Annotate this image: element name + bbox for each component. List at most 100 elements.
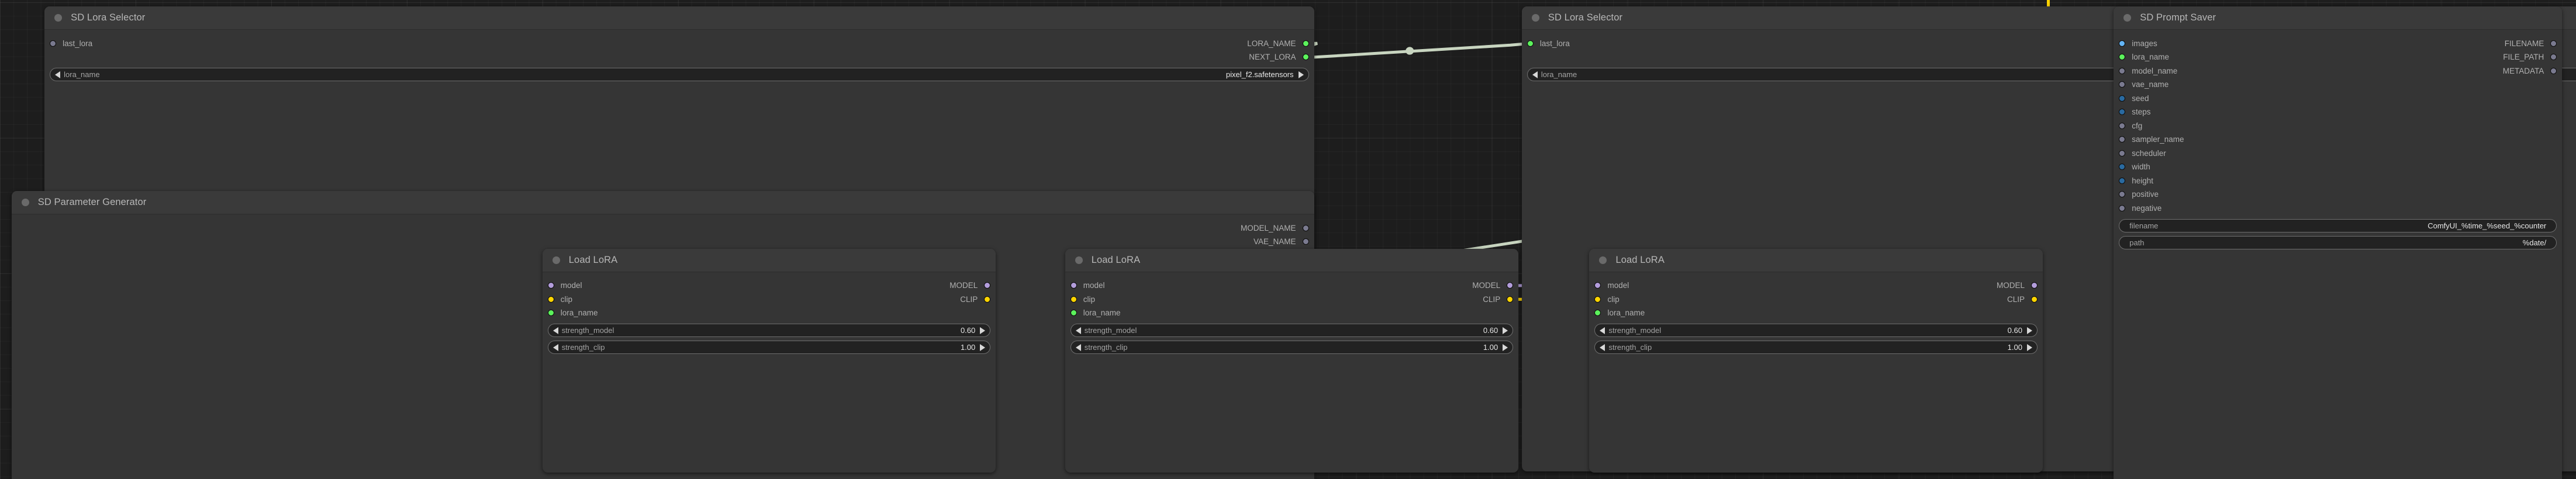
widget-filename[interactable]: filename ComfyUI_%time_%seed_%counter bbox=[2119, 218, 2557, 232]
increment-arrow-icon[interactable] bbox=[980, 327, 986, 334]
slot-dot-model[interactable] bbox=[1507, 282, 1514, 289]
slot-dot-steps[interactable] bbox=[2119, 109, 2126, 116]
slot-dot-lora_name[interactable] bbox=[547, 310, 554, 317]
output-slot-LORA_NAME[interactable]: LORA_NAME bbox=[1247, 38, 1309, 48]
collapse-toggle-icon[interactable] bbox=[1599, 256, 1607, 264]
input-slot-seed[interactable]: seed bbox=[2119, 93, 2149, 103]
link-midpoint-dot[interactable] bbox=[1406, 47, 1414, 55]
slot-dot-filename[interactable] bbox=[2550, 40, 2557, 47]
widget-strength_model[interactable]: strength_model 0.60 bbox=[1594, 324, 2038, 338]
slot-dot-images[interactable] bbox=[2119, 40, 2126, 47]
input-slot-lora_name[interactable]: lora_name bbox=[1070, 308, 1121, 318]
increment-arrow-icon[interactable] bbox=[1298, 71, 1304, 78]
slot-dot-lora_name[interactable] bbox=[1302, 40, 1309, 47]
output-slot-NEXT_LORA[interactable]: NEXT_LORA bbox=[1249, 52, 1309, 63]
slot-dot-clip[interactable] bbox=[547, 296, 554, 303]
input-slot-model[interactable]: model bbox=[1594, 280, 1629, 291]
slot-dot-file_path[interactable] bbox=[2550, 54, 2557, 61]
slot-dot-lora_name[interactable] bbox=[2119, 54, 2126, 61]
slot-dot-last_lora[interactable] bbox=[50, 40, 57, 47]
collapse-toggle-icon[interactable] bbox=[552, 256, 560, 264]
widget-path[interactable]: path %date/ bbox=[2119, 235, 2557, 249]
decrement-arrow-icon[interactable] bbox=[1600, 343, 1605, 351]
output-slot-VAE_NAME[interactable]: VAE_NAME bbox=[1254, 237, 1309, 247]
slot-dot-model_name[interactable] bbox=[1302, 224, 1309, 231]
slot-dot-seed[interactable] bbox=[2119, 95, 2126, 102]
widget-lora_name[interactable]: lora_name pixel_f2.safetensors bbox=[50, 68, 1309, 82]
input-slot-lora_name[interactable]: lora_name bbox=[547, 308, 598, 318]
input-slot-model[interactable]: model bbox=[1070, 280, 1105, 291]
decrement-arrow-icon[interactable] bbox=[1075, 343, 1081, 351]
slot-dot-model[interactable] bbox=[2031, 282, 2038, 289]
node-graph-canvas[interactable]: SD Lora Selector last_lora LORA_NAME NEXT_L… bbox=[0, 0, 2576, 479]
input-slot-cfg[interactable]: cfg bbox=[2119, 120, 2142, 131]
input-slot-model_name[interactable]: model_name bbox=[2119, 65, 2177, 76]
node-title-bar[interactable]: Load LoRA bbox=[542, 248, 996, 272]
output-slot-MODEL_NAME[interactable]: MODEL_NAME bbox=[1241, 223, 1309, 233]
input-slot-width[interactable]: width bbox=[2119, 162, 2150, 172]
slot-dot-scheduler[interactable] bbox=[2119, 150, 2126, 157]
input-slot-steps[interactable]: steps bbox=[2119, 107, 2151, 117]
decrement-arrow-icon[interactable] bbox=[553, 327, 558, 334]
output-slot-CLIP[interactable]: CLIP bbox=[1483, 294, 1514, 304]
increment-arrow-icon[interactable] bbox=[1503, 343, 1508, 351]
widget-strength_clip[interactable]: strength_clip 1.00 bbox=[547, 341, 991, 355]
slot-dot-last_lora[interactable] bbox=[1527, 40, 1534, 47]
output-slot-CLIP[interactable]: CLIP bbox=[2007, 294, 2038, 304]
input-slot-lora_name[interactable]: lora_name bbox=[1594, 308, 1645, 318]
input-slot-positive[interactable]: positive bbox=[2119, 189, 2159, 200]
input-slot-last_lora[interactable]: last_lora bbox=[1527, 38, 1570, 48]
input-slot-images[interactable]: images bbox=[2119, 38, 2157, 48]
slot-dot-metadata[interactable] bbox=[2550, 67, 2557, 74]
increment-arrow-icon[interactable] bbox=[1503, 327, 1508, 334]
output-slot-MODEL[interactable]: MODEL bbox=[1997, 280, 2038, 291]
input-slot-height[interactable]: height bbox=[2119, 175, 2153, 186]
slot-dot-model[interactable] bbox=[984, 282, 991, 289]
slot-dot-width[interactable] bbox=[2119, 164, 2126, 171]
collapse-toggle-icon[interactable] bbox=[21, 199, 29, 207]
decrement-arrow-icon[interactable] bbox=[553, 343, 558, 351]
output-slot-METADATA[interactable]: METADATA bbox=[2503, 65, 2557, 76]
slot-dot-model[interactable] bbox=[1594, 282, 1601, 289]
input-slot-lora_name[interactable]: lora_name bbox=[2119, 52, 2169, 63]
slot-dot-model[interactable] bbox=[1070, 282, 1077, 289]
slot-dot-lora_name[interactable] bbox=[1594, 310, 1601, 317]
node-sd-prompt-saver[interactable]: SD Prompt Saver images lora_name model_name… bbox=[2114, 6, 2563, 479]
widget-strength_clip[interactable]: strength_clip 1.00 bbox=[1070, 341, 1514, 355]
slot-dot-next_lora[interactable] bbox=[1302, 54, 1309, 61]
input-slot-model[interactable]: model bbox=[547, 280, 582, 291]
input-slot-scheduler[interactable]: scheduler bbox=[2119, 148, 2166, 158]
node-load-lora-2[interactable]: Load LoRA model clip lora_name MODEL CLIP stre… bbox=[1065, 248, 1519, 473]
output-slot-FILENAME[interactable]: FILENAME bbox=[2505, 38, 2557, 48]
slot-dot-lora_name[interactable] bbox=[1070, 310, 1077, 317]
output-slot-MODEL[interactable]: MODEL bbox=[1472, 280, 1514, 291]
input-slot-clip[interactable]: clip bbox=[1594, 294, 1620, 304]
increment-arrow-icon[interactable] bbox=[980, 343, 986, 351]
output-slot-CLIP[interactable]: CLIP bbox=[960, 294, 991, 304]
decrement-arrow-icon[interactable] bbox=[55, 71, 61, 78]
node-title-bar[interactable]: Load LoRA bbox=[1065, 248, 1519, 272]
input-slot-last_lora[interactable]: last_lora bbox=[50, 38, 92, 48]
increment-arrow-icon[interactable] bbox=[2026, 343, 2032, 351]
slot-dot-vae_name[interactable] bbox=[2119, 81, 2126, 88]
widget-strength_model[interactable]: strength_model 0.60 bbox=[1070, 324, 1514, 338]
collapse-toggle-icon[interactable] bbox=[2123, 14, 2132, 22]
slot-dot-clip[interactable] bbox=[984, 296, 991, 303]
slot-dot-cfg[interactable] bbox=[2119, 122, 2126, 129]
slot-dot-clip[interactable] bbox=[2031, 296, 2038, 303]
slot-dot-negative[interactable] bbox=[2119, 204, 2126, 211]
slot-dot-positive[interactable] bbox=[2119, 191, 2126, 198]
slot-dot-sampler_name[interactable] bbox=[2119, 136, 2126, 143]
node-load-lora-1[interactable]: Load LoRA model clip lora_name MODEL CLIP stre… bbox=[542, 248, 996, 473]
decrement-arrow-icon[interactable] bbox=[1075, 327, 1081, 334]
collapse-toggle-icon[interactable] bbox=[1075, 256, 1083, 264]
decrement-arrow-icon[interactable] bbox=[1600, 327, 1605, 334]
input-slot-sampler_name[interactable]: sampler_name bbox=[2119, 134, 2184, 145]
node-title-bar[interactable]: SD Lora Selector bbox=[44, 6, 1314, 30]
slot-dot-vae_name[interactable] bbox=[1302, 238, 1309, 245]
output-slot-FILE_PATH[interactable]: FILE_PATH bbox=[2503, 52, 2557, 63]
node-load-lora-3[interactable]: Load LoRA model clip lora_name MODEL CLIP stre… bbox=[1589, 248, 2043, 473]
input-slot-vae_name[interactable]: vae_name bbox=[2119, 79, 2168, 90]
decrement-arrow-icon[interactable] bbox=[1532, 71, 1538, 78]
widget-strength_model[interactable]: strength_model 0.60 bbox=[547, 324, 991, 338]
